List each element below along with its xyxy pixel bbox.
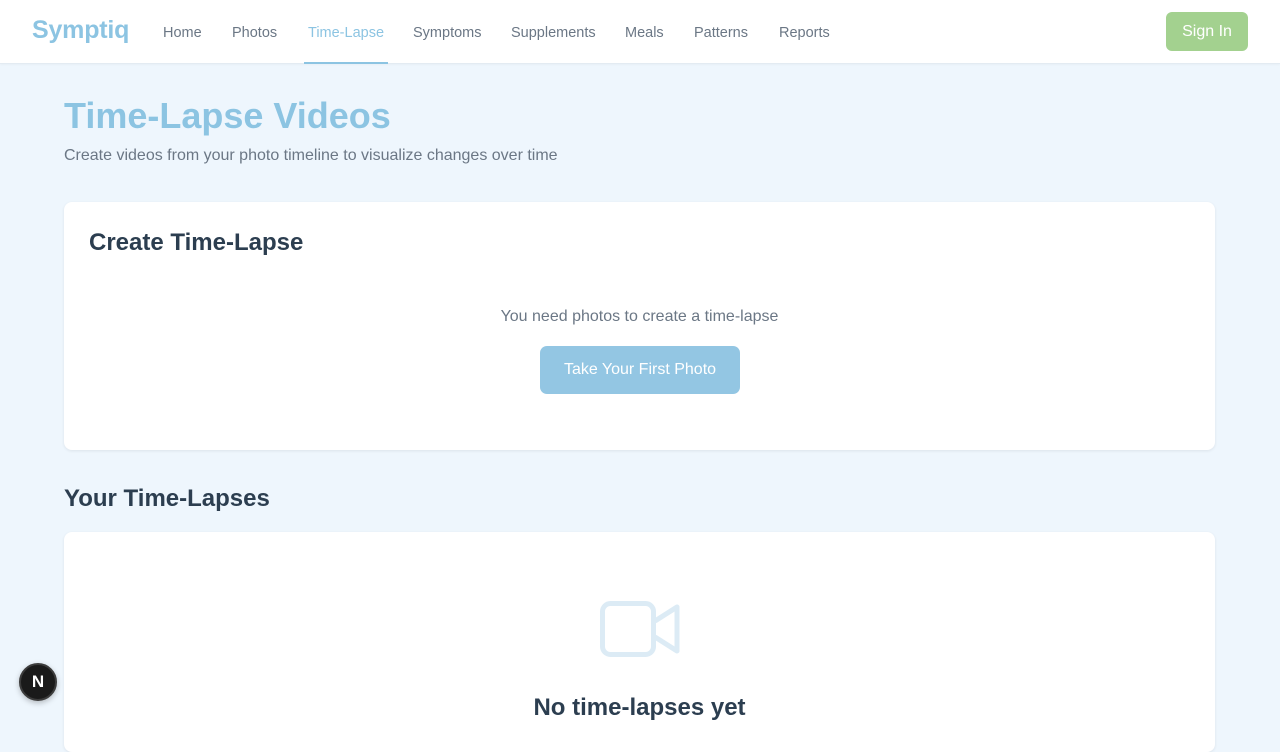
nav-item-supplements[interactable]: Supplements <box>511 0 596 64</box>
create-card-title: Create Time-Lapse <box>89 229 304 256</box>
top-navbar: Symptiq Home Photos Time-Lapse Symptoms … <box>0 0 1280 64</box>
nav-item-symptoms[interactable]: Symptoms <box>413 0 482 64</box>
take-first-photo-button[interactable]: Take Your First Photo <box>540 346 740 394</box>
nav-item-time-lapse[interactable]: Time-Lapse <box>303 0 389 64</box>
empty-state-title: No time-lapses yet <box>533 694 746 721</box>
sign-in-button[interactable]: Sign In <box>1166 12 1248 51</box>
create-time-lapse-card: Create Time-Lapse You need photos to cre… <box>64 202 1215 450</box>
video-camera-icon <box>600 601 680 657</box>
app-logo[interactable]: Symptiq <box>32 16 129 45</box>
nav-item-reports[interactable]: Reports <box>779 0 830 64</box>
nav-item-patterns[interactable]: Patterns <box>694 0 748 64</box>
nav-item-meals[interactable]: Meals <box>625 0 664 64</box>
page-title: Time-Lapse Videos <box>64 95 391 136</box>
next-js-logo-icon[interactable]: N <box>19 663 57 701</box>
nav-item-home[interactable]: Home <box>163 0 202 64</box>
page-subtitle: Create videos from your photo timeline t… <box>64 147 558 164</box>
time-lapse-list-card: No time-lapses yet <box>64 532 1215 752</box>
your-time-lapses-heading: Your Time-Lapses <box>64 485 270 512</box>
nav-item-photos[interactable]: Photos <box>232 0 277 64</box>
need-photos-message: You need photos to create a time-lapse <box>500 308 779 325</box>
